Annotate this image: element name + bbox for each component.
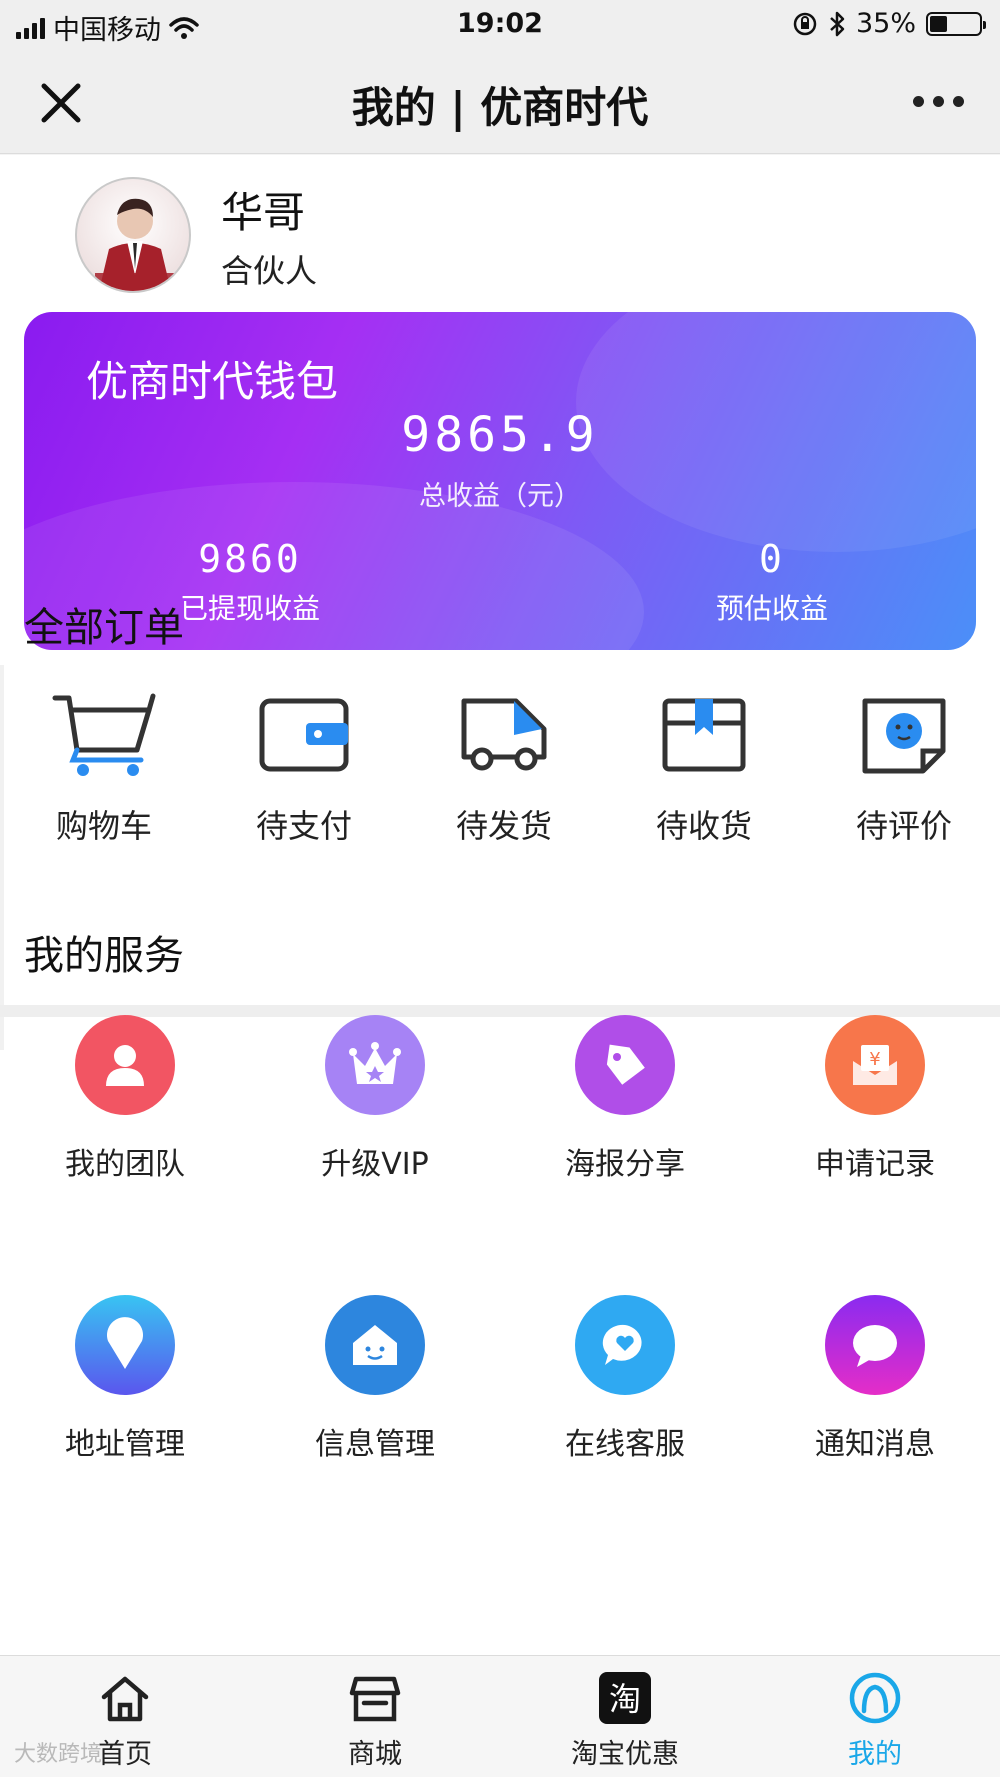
rotation-lock-icon [793,12,817,35]
truck-icon [461,698,547,771]
services-row: 地址管理 信息管理 在线客服 通知消息 [0,1295,1000,1575]
location-pin-icon [107,1317,143,1369]
services-grid: 我的团队 升级VIP 海报分享 ¥ 申请记录 地址管理 信息管理 在线客服 通知… [0,1015,1000,1575]
bottom-tab-bar: 首页 商城 淘 淘宝优惠 我的 [0,1655,1000,1777]
service-address-management[interactable]: 地址管理 [0,1295,250,1575]
service-label: 升级VIP [321,1147,429,1182]
user-role: 合伙人 [221,251,318,290]
services-row: 我的团队 升级VIP 海报分享 ¥ 申请记录 [0,1015,1000,1295]
avatar-portrait-icon [95,198,175,291]
service-label: 申请记录 [815,1147,935,1182]
order-item-pending-receipt[interactable]: 待收货 [604,685,804,847]
avatar[interactable] [75,177,191,293]
service-upgrade-vip[interactable]: 升级VIP [250,1015,500,1295]
tab-label: 我的 [848,1739,902,1770]
svg-text:¥: ¥ [869,1049,880,1070]
service-online-support[interactable]: 在线客服 [500,1295,750,1575]
status-bar: 中国移动 19:02 35% [0,0,1000,52]
wallet-total: 9865.9 [401,407,599,463]
order-item-pending-shipment[interactable]: 待发货 [404,685,604,847]
store-icon [349,1676,401,1722]
shopping-cart-icon [52,693,156,776]
order-item-label: 待发货 [455,807,552,845]
tab-profile[interactable]: 我的 [750,1656,1000,1777]
taobao-icon: 淘 [599,1672,651,1724]
estimated-value: 0 [759,537,785,581]
status-right: 35% [792,8,986,39]
order-item-label: 待评价 [855,807,952,845]
svg-text:淘: 淘 [609,1680,641,1718]
page-title: 我的 | 优商时代 [351,83,649,132]
service-poster-share[interactable]: 海报分享 [500,1015,750,1295]
home-face-icon [353,1325,397,1365]
tab-label: 淘宝优惠 [571,1739,679,1770]
nav-bar: 我的 | 优商时代 [0,52,1000,154]
service-notifications[interactable]: 通知消息 [750,1295,1000,1575]
profile-text: 华哥 合伙人 [221,179,317,292]
profile-header[interactable]: 华哥 合伙人 [75,177,317,293]
service-label: 我的团队 [65,1147,185,1182]
main-content: 华哥 合伙人 优商时代钱包 9865.9 总收益（元） 9860 已提现收益 0… [0,155,1000,1655]
order-item-pending-payment[interactable]: 待支付 [204,685,404,847]
battery-fill [930,15,947,32]
package-icon [662,698,746,772]
tag-icon [606,1044,645,1085]
wallet-total-label: 总收益（元） [419,481,581,512]
order-item-label: 待收货 [655,807,752,845]
orders-grid: 购物车 待支付 待发货 待收货 待评价 [4,685,1000,847]
withdrawn-value: 9860 [198,537,302,581]
service-my-team[interactable]: 我的团队 [0,1015,250,1295]
chat-heart-icon [602,1324,642,1365]
order-item-label: 购物车 [55,807,152,845]
tab-label: 商城 [348,1739,402,1770]
service-label: 通知消息 [815,1427,935,1462]
services-title: 我的服务 [24,933,184,979]
order-item-label: 待支付 [255,807,352,845]
order-item-cart[interactable]: 购物车 [4,685,204,847]
more-icon[interactable] [913,96,964,107]
tab-taobao-deals[interactable]: 淘 淘宝优惠 [500,1656,750,1777]
battery-percent: 35% [855,8,916,39]
battery-icon [926,11,986,36]
tab-store[interactable]: 商城 [250,1656,500,1777]
service-label: 在线客服 [565,1427,685,1462]
order-item-pending-review[interactable]: 待评价 [804,685,1000,847]
envelope-yen-icon: ¥ [853,1045,897,1085]
service-application-records[interactable]: ¥ 申请记录 [750,1015,1000,1295]
wallet-title: 优商时代钱包 [86,357,339,406]
user-icon [106,1045,144,1086]
review-icon [862,698,946,774]
crown-icon [349,1042,401,1084]
profile-icon [849,1672,901,1724]
user-name: 华哥 [221,187,306,237]
home-icon [101,1676,149,1722]
orders-section: 购物车 待支付 待发货 待收货 待评价 [0,665,1000,1050]
service-info-management[interactable]: 信息管理 [250,1295,500,1575]
chat-bubble-icon [853,1325,897,1367]
service-label: 信息管理 [315,1427,435,1462]
estimated-stat[interactable]: 0 预估收益 [622,537,922,627]
orders-title: 全部订单 [24,605,184,651]
service-label: 地址管理 [65,1427,185,1462]
estimated-label: 预估收益 [715,592,828,625]
service-label: 海报分享 [565,1147,685,1182]
wallet-icon [259,698,349,772]
bluetooth-icon [830,11,845,36]
watermark: 大数跨境 [14,1742,103,1767]
